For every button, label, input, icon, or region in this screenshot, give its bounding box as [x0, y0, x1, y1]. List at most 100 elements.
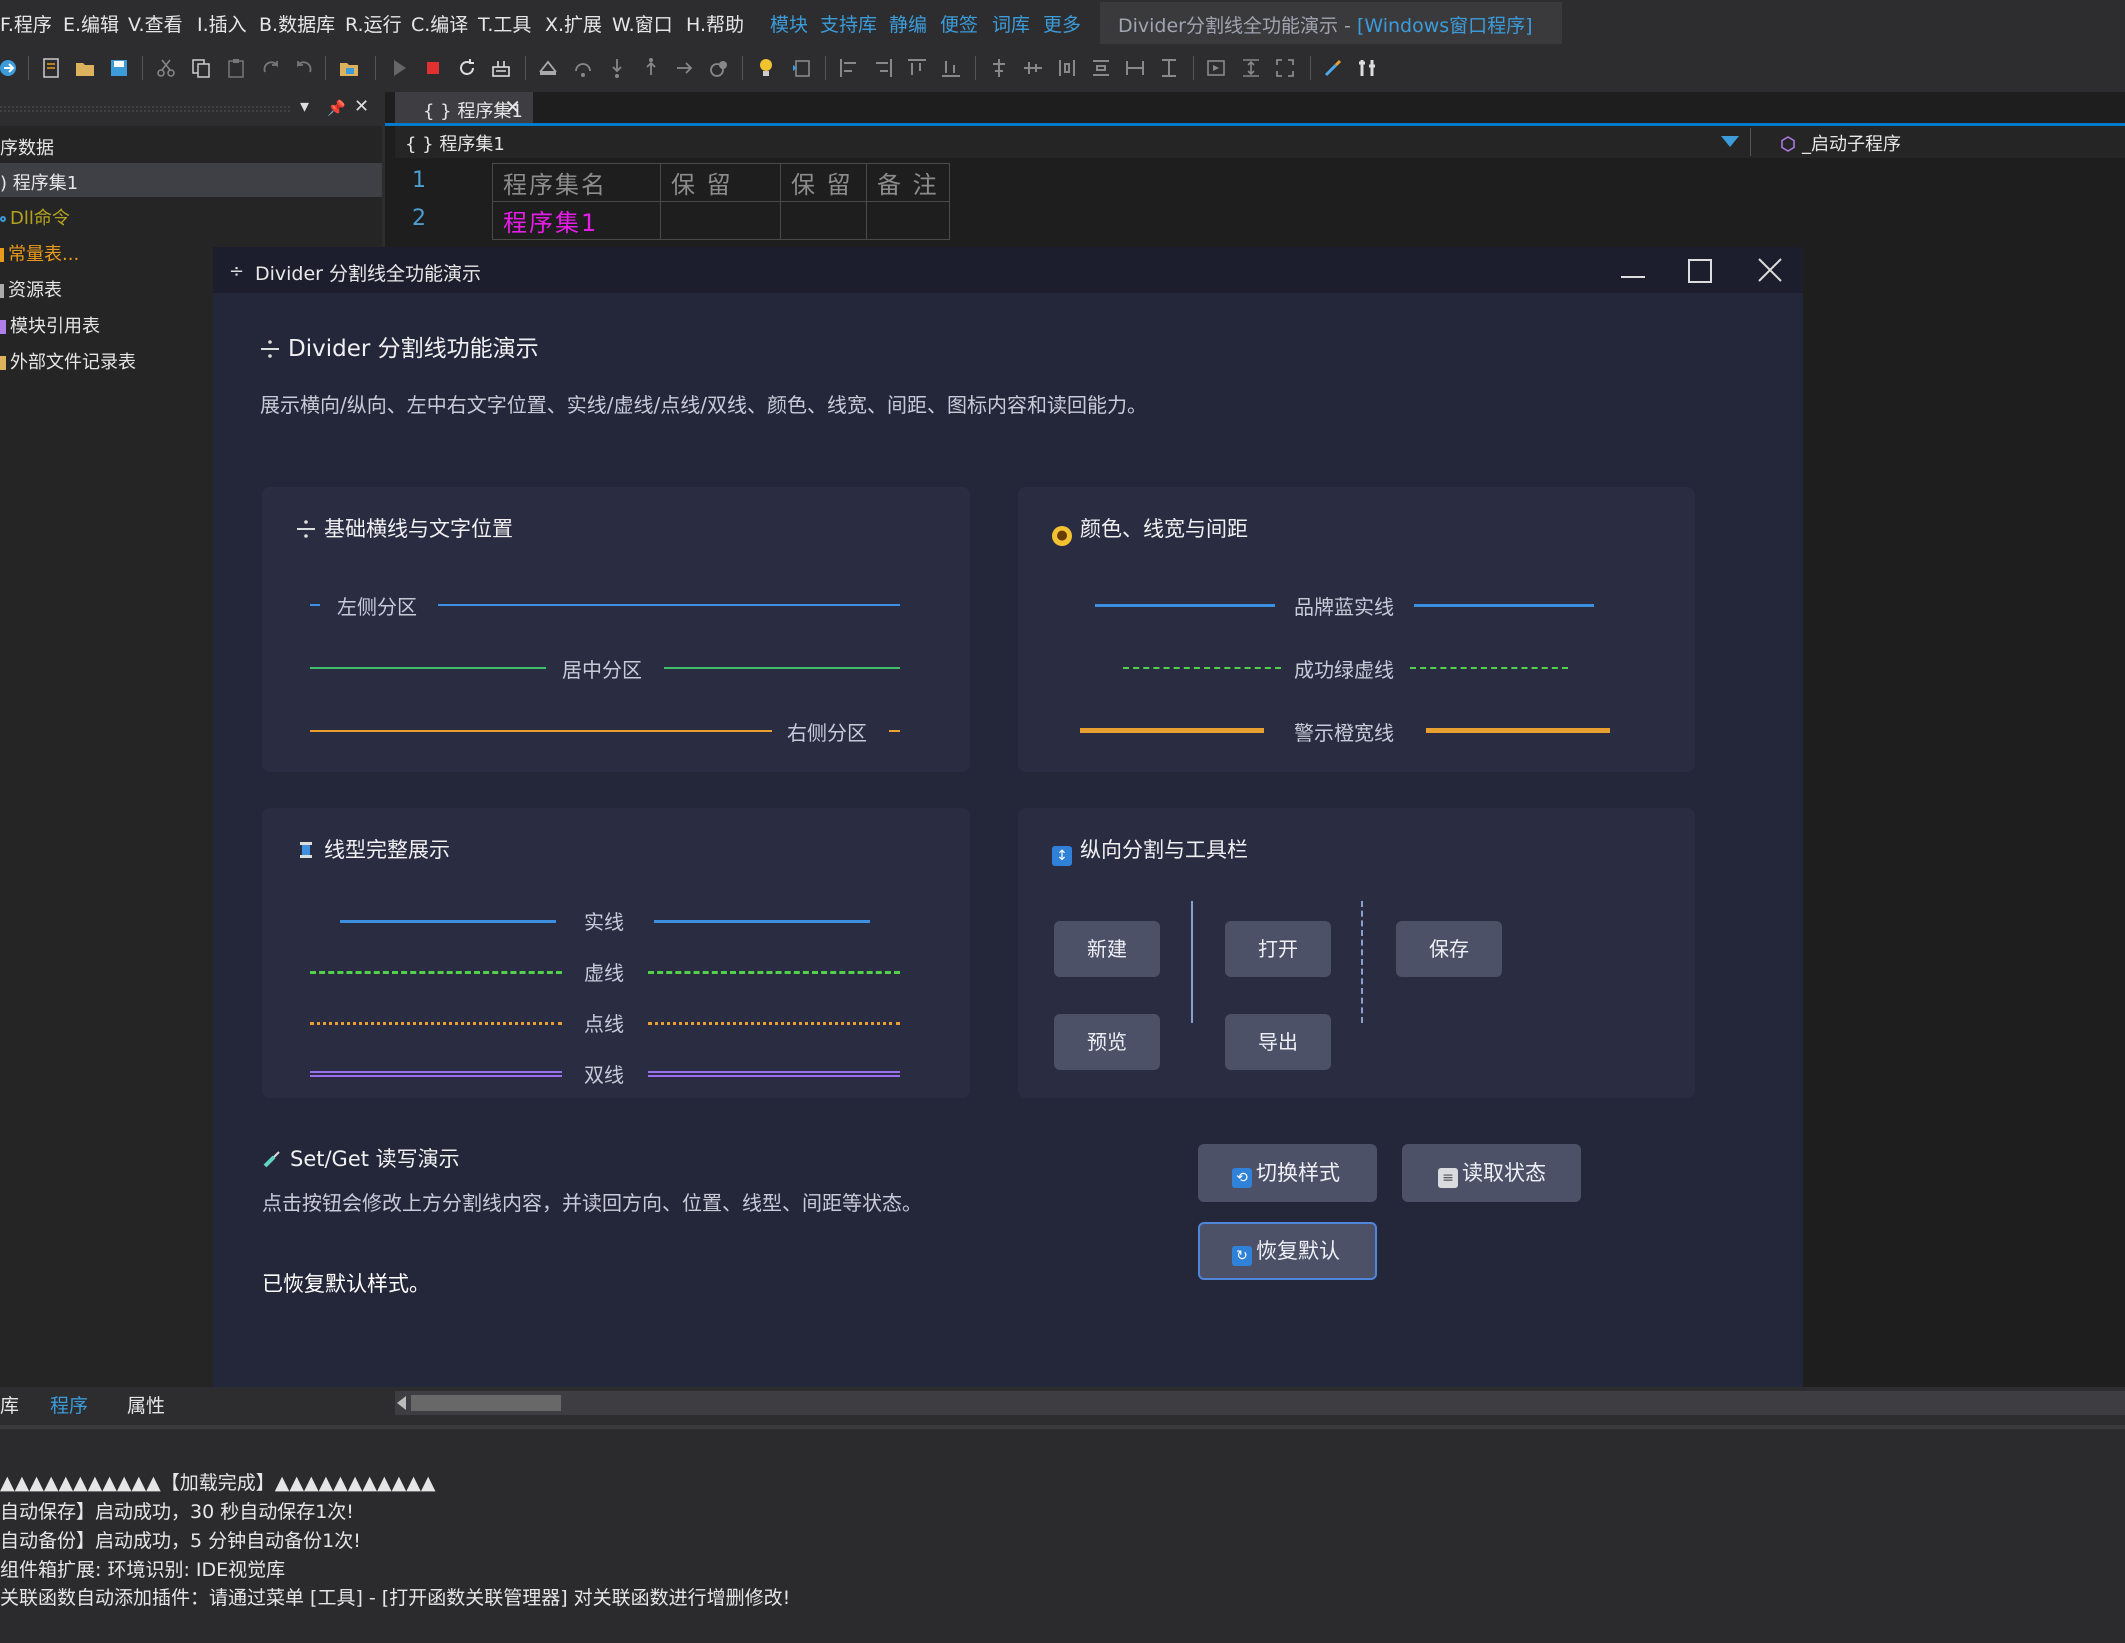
tree-item-label: Dll命令	[10, 208, 70, 229]
paste-icon[interactable]	[225, 57, 247, 79]
divider-label-dotted: 点线	[584, 1012, 624, 1036]
same-height-icon[interactable]	[1158, 57, 1180, 79]
same-width-icon[interactable]	[1124, 57, 1146, 79]
table-cell[interactable]	[780, 201, 867, 240]
watch-icon[interactable]	[708, 57, 730, 79]
tree-item-program-set[interactable]: ) 程序集1	[0, 163, 382, 197]
tab-program-set[interactable]: { } 程序集1 ✕	[395, 92, 533, 124]
tab-library[interactable]: 库	[0, 1391, 19, 1418]
restore-default-button[interactable]: ↻ 恢复默认	[1198, 1222, 1377, 1280]
table-cell[interactable]	[660, 201, 781, 240]
scrollbar-thumb[interactable]	[411, 1395, 561, 1411]
pin-icon[interactable]: 📌	[327, 99, 346, 117]
open-folder-icon[interactable]	[74, 57, 96, 79]
panel-close-icon[interactable]: ✕	[354, 96, 369, 117]
menu-run[interactable]: R.运行	[345, 10, 402, 37]
menu-view[interactable]: V.查看	[128, 10, 183, 37]
undo-icon[interactable]	[293, 57, 315, 79]
run-to-cursor-icon[interactable]	[674, 57, 696, 79]
run-icon[interactable]	[388, 57, 410, 79]
window-title-bar[interactable]: ÷ Divider 分割线全功能演示	[213, 247, 1803, 293]
maximize-button[interactable]	[1665, 247, 1733, 293]
menu-compile[interactable]: C.编译	[411, 10, 468, 37]
close-button[interactable]	[1735, 247, 1803, 293]
panel-menu-icon[interactable]: ▾	[300, 96, 309, 117]
align-top-icon[interactable]	[906, 57, 928, 79]
menu-edit[interactable]: E.编辑	[63, 10, 119, 37]
tab-properties[interactable]: 属性	[127, 1391, 165, 1418]
read-state-button[interactable]: ≡ 读取状态	[1402, 1144, 1581, 1202]
lightbulb-icon[interactable]	[755, 57, 777, 79]
menu-support-lib[interactable]: 支持库	[820, 10, 877, 37]
redo-icon[interactable]	[260, 57, 282, 79]
restart-icon[interactable]	[456, 57, 478, 79]
left-panel-header: ▾ 📌 ✕	[0, 92, 382, 126]
vertical-divider-dashed	[1361, 901, 1363, 1023]
menu-static[interactable]: 静编	[889, 10, 927, 37]
tab-order-icon[interactable]	[1205, 57, 1227, 79]
distribute-vertical-icon[interactable]	[1090, 57, 1112, 79]
step-out-icon[interactable]	[640, 57, 662, 79]
card-title: 线型完整展示	[296, 834, 450, 864]
step-into-icon[interactable]	[606, 57, 628, 79]
save-button[interactable]: 保存	[1396, 921, 1502, 977]
table-cell[interactable]: 程序集1	[492, 201, 661, 240]
tree-root[interactable]: 序数据	[0, 128, 382, 162]
table-cell[interactable]	[866, 201, 950, 240]
scroll-left-icon[interactable]	[397, 1396, 406, 1410]
align-bottom-icon[interactable]	[940, 57, 962, 79]
menu-more[interactable]: 更多	[1043, 10, 1081, 37]
center-vertical-icon[interactable]	[1022, 57, 1044, 79]
tab-program[interactable]: 程序	[50, 1391, 88, 1418]
cut-icon[interactable]	[155, 57, 177, 79]
table-row[interactable]: 程序集1	[492, 201, 950, 240]
copy-icon[interactable]	[190, 57, 212, 79]
project-icon[interactable]	[338, 57, 360, 79]
menu-tools[interactable]: T.工具	[478, 10, 531, 37]
menu-insert[interactable]: I.插入	[197, 10, 247, 37]
spacing-icon[interactable]	[1240, 57, 1262, 79]
preview-button[interactable]: 预览	[1054, 1014, 1160, 1070]
chevron-down-icon[interactable]	[1721, 136, 1739, 147]
menu-help[interactable]: H.帮助	[686, 10, 744, 37]
menu-window[interactable]: W.窗口	[612, 10, 673, 37]
divider-line	[340, 920, 556, 923]
nav-scope[interactable]: { } 程序集1	[405, 130, 505, 156]
distribute-horizontal-icon[interactable]	[1056, 57, 1078, 79]
menu-database[interactable]: B.数据库	[259, 10, 335, 37]
new-button[interactable]: 新建	[1054, 921, 1160, 977]
brush-icon[interactable]	[1322, 57, 1344, 79]
output-splitter[interactable]	[0, 1425, 2125, 1429]
stop-icon[interactable]	[422, 57, 444, 79]
module-icon	[0, 320, 6, 334]
compile-icon[interactable]	[490, 57, 512, 79]
export-button[interactable]: 导出	[1225, 1014, 1331, 1070]
menu-lexicon[interactable]: 词库	[992, 10, 1030, 37]
settings-tools-icon[interactable]	[1356, 57, 1378, 79]
nav-member[interactable]: _启动子程序	[1780, 130, 1901, 156]
breakpoint-icon[interactable]	[537, 57, 559, 79]
toggle-style-button[interactable]: ⟲ 切换样式	[1198, 1144, 1377, 1202]
fit-size-icon[interactable]	[1274, 57, 1296, 79]
horizontal-scrollbar[interactable]	[395, 1391, 2125, 1415]
menu-notes[interactable]: 便签	[940, 10, 978, 37]
divider-icon	[261, 340, 279, 358]
back-icon[interactable]	[0, 57, 22, 79]
save-icon[interactable]	[108, 57, 130, 79]
step-over-icon[interactable]	[572, 57, 594, 79]
menu-program[interactable]: F.程序	[0, 10, 52, 37]
tree-item-dll[interactable]: Dll命令	[0, 198, 382, 232]
center-horizontal-icon[interactable]	[988, 57, 1010, 79]
setget-description: 点击按钮会修改上方分割线内容，并读回方向、位置、线型、间距等状态。	[262, 1191, 922, 1215]
minimize-button[interactable]	[1597, 247, 1665, 293]
align-left-icon[interactable]	[838, 57, 860, 79]
thread-spool-icon	[296, 840, 316, 860]
align-right-icon[interactable]	[872, 57, 894, 79]
open-button[interactable]: 打开	[1225, 921, 1331, 977]
new-file-icon[interactable]	[40, 57, 62, 79]
page-title-text: Divider 分割线功能演示	[288, 336, 539, 362]
menu-module[interactable]: 模块	[770, 10, 808, 37]
tab-close-icon[interactable]: ✕	[504, 95, 521, 119]
bookmark-icon[interactable]	[790, 57, 812, 79]
menu-extend[interactable]: X.扩展	[545, 10, 602, 37]
